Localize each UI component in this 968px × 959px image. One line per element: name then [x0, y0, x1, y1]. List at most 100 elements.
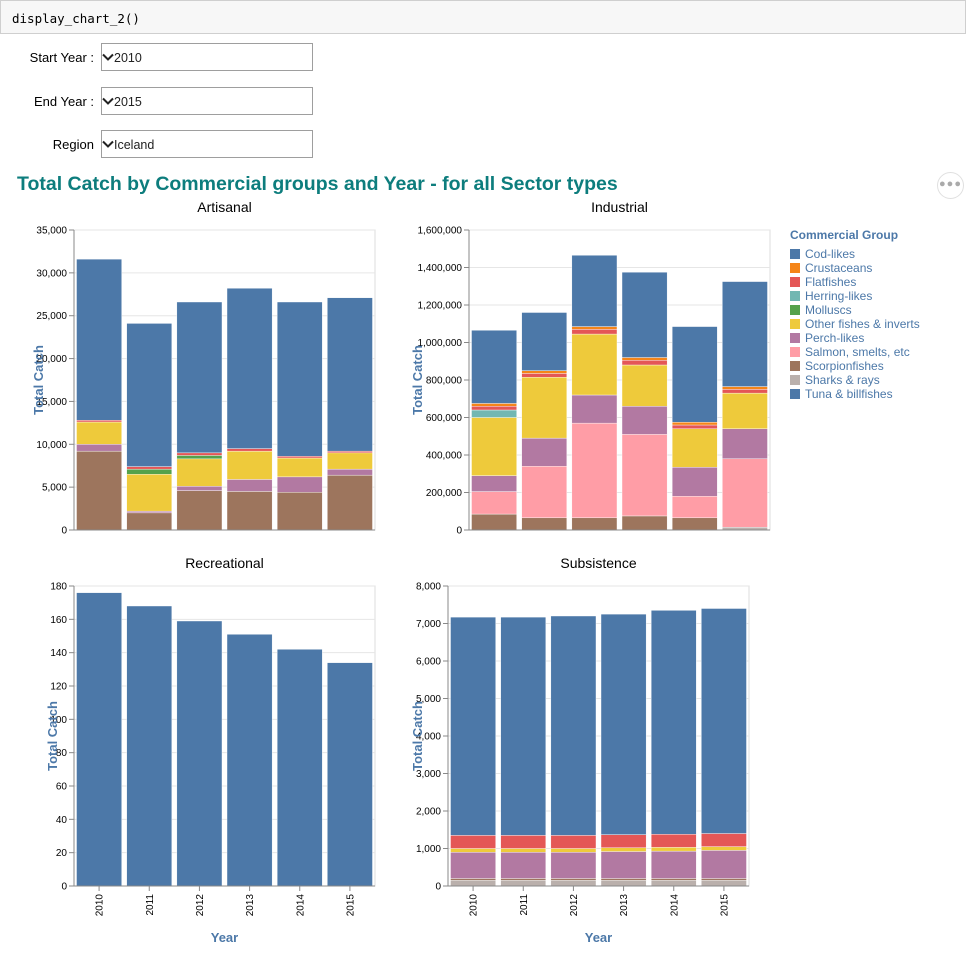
- bar-industrial-2010-perch-likes: [471, 475, 517, 492]
- x-tick-label: 2013: [619, 894, 630, 917]
- bar-artisanal-2012-molluscs: [176, 455, 223, 460]
- bar-industrial-2012-perch-likes: [571, 394, 618, 424]
- bar-industrial-2014-perch-likes: [671, 466, 718, 497]
- bar-artisanal-2015-perch-likes: [327, 468, 373, 476]
- y-tick-label: 6,000: [416, 657, 441, 668]
- bar-industrial-2014-cod-likes: [671, 326, 718, 423]
- panel-title-subsistence: Subsistence: [560, 555, 636, 571]
- legend-swatch-scorpionfishes: [790, 361, 800, 371]
- bar-subsistence-2012-scorpionfishes: [550, 878, 597, 881]
- bar-industrial-2010-scorpionfishes: [471, 513, 517, 531]
- bar-subsistence-2012-flatfishes: [550, 835, 597, 849]
- bar-industrial-2015-perch-likes: [722, 428, 768, 459]
- bar-subsistence-2012-other-fishes-inverts: [550, 848, 597, 853]
- bar-subsistence-2015-flatfishes: [701, 833, 747, 847]
- bar-industrial-2013-cod-likes: [621, 271, 668, 358]
- bar-artisanal-2015-scorpionfishes: [327, 474, 373, 531]
- bar-artisanal-2014-perch-likes: [276, 476, 323, 493]
- bar-subsistence-2013-scorpionfishes: [600, 878, 647, 881]
- bar-industrial-2012-scorpionfishes: [571, 517, 618, 531]
- bar-recreational-2015-cod-likes: [327, 662, 373, 887]
- bar-industrial-2014-other-fishes-inverts: [671, 428, 718, 468]
- y-tick-label: 200,000: [426, 488, 463, 499]
- bar-industrial-2010-herring-likes: [471, 409, 517, 418]
- bar-subsistence-2013-other-fishes-inverts: [600, 847, 647, 852]
- x-tick-label: 2014: [669, 894, 680, 917]
- x-tick-label: 2010: [469, 894, 480, 917]
- x-tick-label: 2011: [145, 894, 156, 916]
- x-tick-label: 2015: [345, 894, 356, 917]
- y-tick-label: 800,000: [426, 376, 463, 387]
- legend-swatch-herring-likes: [790, 291, 800, 301]
- bar-industrial-2014-crustaceans: [671, 421, 718, 426]
- bar-industrial-2011-perch-likes: [521, 437, 568, 467]
- bar-subsistence-2010-flatfishes: [450, 835, 496, 849]
- bar-industrial-2011-other-fishes-inverts: [521, 376, 568, 439]
- bar-subsistence-2010-sharks-rays: [450, 880, 496, 887]
- y-tick-label: 10,000: [36, 440, 67, 451]
- y-tick-label: 0: [61, 882, 67, 893]
- y-tick-label: 0: [456, 526, 462, 537]
- y-tick-label: 35,000: [36, 226, 67, 237]
- legend-swatch-other-fishes-inverts: [790, 319, 800, 329]
- bar-recreational-2010-cod-likes: [76, 592, 122, 887]
- y-tick-label: 20: [56, 848, 68, 859]
- bar-subsistence-2015-perch-likes: [701, 850, 747, 879]
- bar-industrial-2013-perch-likes: [621, 406, 668, 435]
- bar-artisanal-2011-cod-likes: [126, 323, 173, 467]
- bar-industrial-2015-flatfishes: [722, 389, 768, 394]
- y-tick-label: 60: [56, 782, 68, 793]
- x-tick-label: 2011: [519, 894, 530, 916]
- legend-swatch-flatfishes: [790, 277, 800, 287]
- bar-subsistence-2012-sharks-rays: [550, 880, 597, 887]
- bar-subsistence-2012-perch-likes: [550, 852, 597, 879]
- bar-subsistence-2010-scorpionfishes: [450, 878, 496, 881]
- y-tick-label: 0: [61, 526, 67, 537]
- bar-subsistence-2013-sharks-rays: [600, 880, 647, 887]
- bar-subsistence-2010-perch-likes: [450, 852, 496, 879]
- y-tick-label: 1,600,000: [418, 226, 463, 237]
- bar-subsistence-2011-perch-likes: [500, 852, 547, 879]
- bar-industrial-2013-flatfishes: [621, 360, 668, 366]
- legend-label-herring-likes: Herring-likes: [805, 289, 872, 303]
- legend-label-crustaceans: Crustaceans: [805, 261, 872, 275]
- legend-label-molluscs: Molluscs: [805, 303, 852, 317]
- y-tick-label: 160: [50, 615, 67, 626]
- bar-industrial-2013-salmon-smelts-etc: [621, 434, 668, 517]
- bar-subsistence-2015-scorpionfishes: [701, 878, 747, 881]
- x-axis-title-subsistence: Year: [585, 930, 612, 945]
- legend-label-cod-likes: Cod-likes: [805, 247, 855, 261]
- bar-subsistence-2014-cod-likes: [650, 610, 697, 835]
- bar-subsistence-2012-cod-likes: [550, 615, 597, 836]
- y-axis-title-subsistence: Total Catch: [410, 701, 425, 771]
- bar-subsistence-2014-scorpionfishes: [650, 878, 697, 881]
- bar-subsistence-2014-flatfishes: [650, 834, 697, 848]
- y-tick-label: 30,000: [36, 268, 67, 279]
- y-tick-label: 25,000: [36, 311, 67, 322]
- bar-subsistence-2010-other-fishes-inverts: [450, 848, 496, 853]
- bar-industrial-2012-flatfishes: [571, 329, 618, 335]
- y-tick-label: 180: [50, 582, 67, 593]
- bar-subsistence-2011-other-fishes-inverts: [500, 848, 547, 853]
- bar-industrial-2011-crustaceans: [521, 370, 568, 374]
- bar-artisanal-2010-cod-likes: [76, 258, 122, 421]
- legend-label-scorpionfishes: Scorpionfishes: [805, 359, 884, 373]
- bar-artisanal-2014-flatfishes: [276, 456, 323, 459]
- bar-subsistence-2013-perch-likes: [600, 851, 647, 879]
- bar-industrial-2012-salmon-smelts-etc: [571, 422, 618, 519]
- legend-swatch-crustaceans: [790, 263, 800, 273]
- bar-artisanal-2012-other-fishes-inverts: [176, 458, 223, 487]
- panel-title-artisanal: Artisanal: [197, 199, 251, 215]
- panel-title-industrial: Industrial: [591, 199, 648, 215]
- x-axis-title-recreational: Year: [211, 930, 238, 945]
- y-tick-label: 0: [435, 882, 441, 893]
- bar-industrial-2013-scorpionfishes: [621, 515, 668, 531]
- bar-subsistence-2014-other-fishes-inverts: [650, 847, 697, 852]
- x-tick-label: 2014: [295, 894, 306, 917]
- bar-industrial-2010-crustaceans: [471, 403, 517, 407]
- bar-subsistence-2013-flatfishes: [600, 834, 647, 848]
- legend-label-other-fishes-inverts: Other fishes & inverts: [805, 317, 920, 331]
- bar-artisanal-2011-other-fishes-inverts: [126, 474, 173, 512]
- bar-recreational-2012-cod-likes: [176, 620, 223, 887]
- bar-artisanal-2013-scorpionfishes: [226, 491, 273, 531]
